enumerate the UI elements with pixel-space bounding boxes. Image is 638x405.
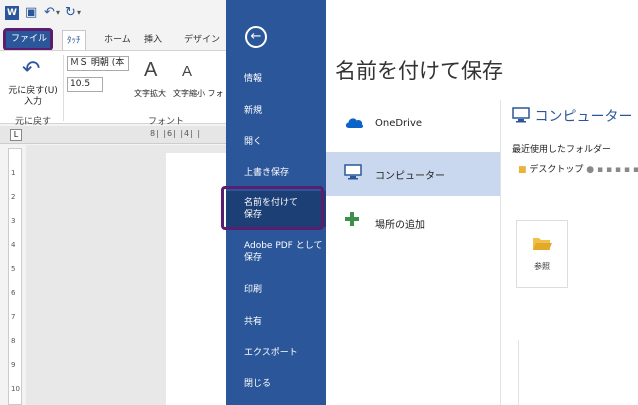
browse-button[interactable]: 参照 (516, 220, 568, 288)
location-label: コンピューター (375, 171, 445, 182)
computer-icon (512, 107, 530, 123)
ruler-number: 8 (11, 337, 16, 345)
font-size-dropdown[interactable]: 10.5 (67, 77, 103, 92)
open-folder-icon (533, 238, 552, 250)
tab-design[interactable]: デザイン (180, 30, 224, 50)
ruler-number: 3 (11, 217, 16, 225)
recent-folder-item[interactable]: ■ デスクトップ ● ▪ ▪ ▪ ▪ ▪ (518, 162, 638, 175)
computer-heading-text: コンピューター (534, 109, 633, 125)
recent-folders-label: 最近使用したフォルダー (512, 145, 612, 155)
location-label: OneDrive (375, 118, 423, 129)
location-computer[interactable]: コンピューター (326, 152, 500, 196)
nav-save-as-adobe-pdf[interactable]: Adobe PDF として 保存 (226, 240, 326, 264)
folder-icon: ■ (518, 165, 527, 175)
vertical-ruler: 1 2 3 4 5 6 7 8 9 10 (8, 148, 22, 405)
tab-selector[interactable]: L (10, 129, 22, 141)
onedrive-cloud-icon (345, 118, 364, 128)
shrink-font-label: 文字縮小 フォ (173, 89, 224, 98)
recent-folder-name: デスクトップ (529, 165, 584, 175)
ruler-marks: 8| |6| |4| | (150, 129, 202, 138)
redo-icon[interactable]: ↻ (65, 6, 76, 20)
shrink-font-icon[interactable]: A (182, 63, 192, 80)
group-divider (63, 55, 64, 121)
font-name-dropdown[interactable]: ＭＳ 明朝 (本 (67, 56, 129, 71)
computer-heading: コンピューター (512, 106, 632, 126)
tab-insert[interactable]: 挿入 (140, 30, 166, 50)
quick-access-toolbar: W ▣ ↶ ▾ ↻ ▾ (0, 0, 230, 26)
ruler-number: 7 (11, 313, 16, 321)
ruler-number: 10 (11, 385, 20, 393)
location-add-place[interactable]: 場所の追加 (326, 197, 500, 241)
word-window-background: W ▣ ↶ ▾ ↻ ▾ ファイル ﾀｯﾁ ホーム 挿入 デザイン ↶ 元に戻す(… (0, 0, 256, 405)
word-app-icon: W (5, 6, 19, 20)
grow-font-label: 文字拡大 (134, 89, 166, 98)
nav-print[interactable]: 印刷 (226, 284, 326, 296)
ruler-number: 5 (11, 265, 16, 273)
document-canvas (26, 145, 256, 405)
ruler-number: 4 (11, 241, 16, 249)
ruler-number: 6 (11, 289, 16, 297)
save-as-highlight (221, 186, 324, 230)
nav-info[interactable]: 情報 (226, 73, 326, 85)
nav-save[interactable]: 上書き保存 (226, 167, 326, 179)
location-onedrive[interactable]: OneDrive (326, 103, 500, 147)
nav-open[interactable]: 開く (226, 136, 326, 148)
back-arrow-icon[interactable]: ← (245, 26, 267, 48)
pane-divider (518, 340, 519, 405)
ruler-number: 2 (11, 193, 16, 201)
nav-export[interactable]: エクスポート (226, 347, 326, 359)
browse-label: 参照 (534, 262, 550, 271)
ribbon: ↶ 元に戻す(U) 入力 元に戻す ＭＳ 明朝 (本 10.5 A A 文字拡大… (0, 50, 230, 127)
grow-font-icon[interactable]: A (144, 59, 157, 82)
page-title: 名前を付けて保存 (335, 59, 503, 83)
tab-home[interactable]: ホーム (100, 30, 135, 50)
undo-large-icon[interactable]: ↶ (22, 57, 40, 82)
nav-new[interactable]: 新規 (226, 105, 326, 117)
location-label: 場所の追加 (375, 220, 425, 231)
undo-dropdown-icon[interactable]: ▾ (56, 6, 60, 20)
nav-share[interactable]: 共有 (226, 316, 326, 328)
pin-icon: ● ▪ ▪ ▪ ▪ ▪ (586, 165, 638, 175)
save-icon[interactable]: ▣ (25, 6, 37, 20)
ruler-number: 1 (11, 169, 16, 177)
plus-icon (345, 212, 359, 226)
file-tab-highlight (3, 28, 53, 51)
pane-divider (500, 100, 501, 405)
customize-qat-icon[interactable]: ▾ (77, 6, 81, 20)
undo-button-label[interactable]: 元に戻す(U) 入力 (6, 86, 60, 108)
ruler-number: 9 (11, 361, 16, 369)
tab-draw[interactable]: ﾀｯﾁ (62, 30, 86, 50)
backstage-main: 名前を付けて保存 OneDrive コンピューター 場所の追加 コンピューター … (326, 0, 638, 405)
computer-icon (344, 164, 362, 180)
undo-icon[interactable]: ↶ (44, 6, 55, 20)
nav-close[interactable]: 閉じる (226, 378, 326, 390)
horizontal-ruler: L 8| |6| |4| | (0, 126, 230, 144)
